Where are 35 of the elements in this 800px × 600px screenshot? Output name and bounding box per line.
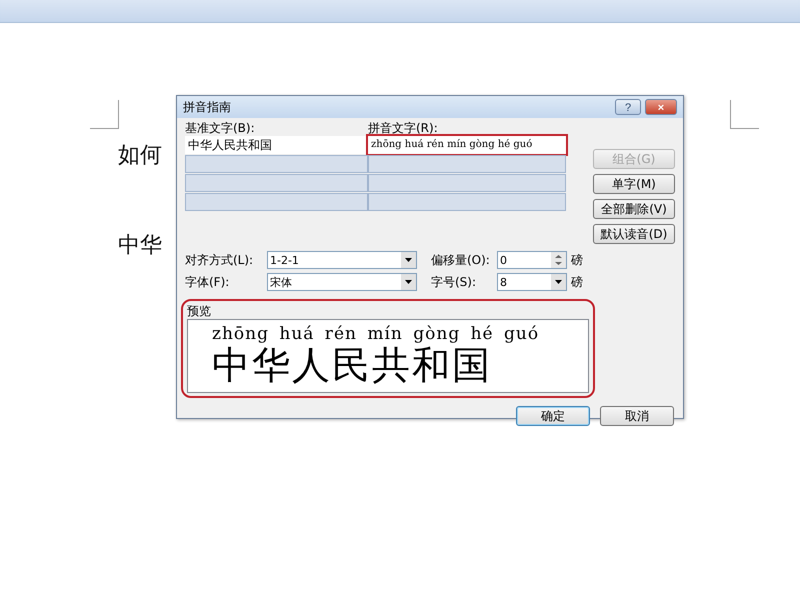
dropdown[interactable]: 8 — [497, 273, 567, 291]
section-label: 预览 — [187, 303, 212, 319]
field-label: 拼音文字(R): — [368, 120, 439, 136]
preview-pinyin: zhōng huá rén mín gòng hé guó — [212, 323, 540, 344]
dropdown[interactable]: 宋体 — [267, 273, 417, 291]
dialog-button[interactable]: 默认读音(D) — [593, 224, 675, 244]
input-field[interactable]: zhōng huá rén mín gòng hé guó — [368, 136, 566, 154]
dropdown[interactable]: 1-2-1 — [267, 251, 417, 269]
field-label: 对齐方式(L): — [185, 252, 254, 268]
input-field[interactable] — [368, 155, 566, 173]
margin-mark — [730, 100, 759, 129]
input-field[interactable]: 中华人民共和国 — [185, 136, 368, 154]
input-field[interactable] — [185, 174, 368, 192]
dialog-button[interactable]: 全部删除(V) — [593, 199, 675, 219]
preview-text: 中华人民共和国 — [212, 344, 493, 388]
unit-label: 磅 — [570, 274, 584, 290]
input-field[interactable] — [368, 193, 566, 211]
field-label: 基准文字(B): — [185, 120, 256, 136]
input-field[interactable] — [185, 155, 368, 173]
spinner-icon[interactable] — [551, 252, 566, 268]
cancel-button[interactable]: 取消 — [600, 406, 674, 426]
field-label: 字体(F): — [185, 274, 230, 290]
field-label: 字号(S): — [430, 274, 478, 290]
unit-label: 磅 — [570, 252, 584, 268]
document-text: 中华 — [118, 232, 162, 260]
dialog-button[interactable]: 单字(M) — [593, 174, 675, 194]
ok-button[interactable]: 确定 — [516, 406, 590, 426]
margin-mark — [90, 100, 119, 129]
window-title: 拼音指南 — [183, 98, 232, 116]
input-field[interactable] — [185, 193, 368, 211]
field-label: 偏移量(O): — [430, 252, 491, 268]
document-text: 如何 — [118, 142, 162, 170]
spin-field[interactable]: 0 — [497, 251, 567, 269]
help-button[interactable]: ? — [615, 99, 641, 115]
input-field[interactable] — [368, 174, 566, 192]
